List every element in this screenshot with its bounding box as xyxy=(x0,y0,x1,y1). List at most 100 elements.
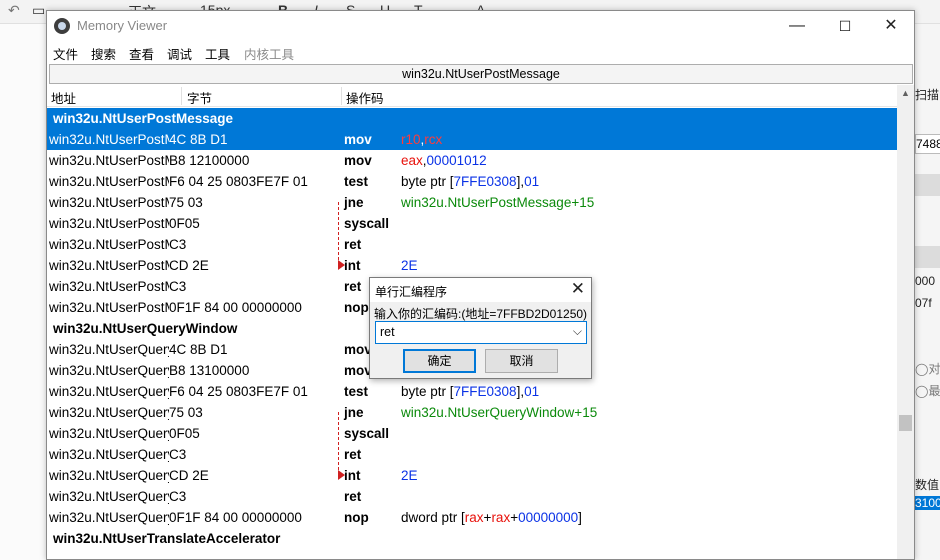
dialog-close-icon[interactable]: ✕ xyxy=(571,279,585,299)
menu-kernel-tools[interactable]: 内核工具 xyxy=(244,44,294,63)
instruction-row[interactable]: win32u.NtUserPostMessage+120F05 syscall xyxy=(47,213,897,234)
instruction-bytes: 0F1F 84 00 00000000 xyxy=(169,510,302,525)
instruction-address: win32u.NtUserQueryWindow+3 xyxy=(49,363,169,378)
instruction-opcode: test xyxy=(344,384,369,399)
function-label: win32u.NtUserTranslateAccelerator xyxy=(53,531,281,546)
instruction-bytes: C3 xyxy=(169,279,187,294)
chevron-down-icon[interactable]: ⌵ xyxy=(573,324,582,339)
instruction-bytes: C3 xyxy=(169,447,187,462)
background-right-panel: 扫描 7488 000 07f ◯对 ◯最 数值 3100 xyxy=(914,24,940,560)
assembly-input[interactable]: ret ⌵ xyxy=(375,321,587,344)
instruction-address: win32u.NtUserQueryWindow xyxy=(49,342,169,357)
radio-option-1[interactable]: ◯对 xyxy=(915,360,940,377)
operand-token: ], xyxy=(516,384,525,399)
assembly-input-value[interactable]: ret xyxy=(380,325,395,339)
instruction-bytes: CD 2E xyxy=(169,468,209,483)
instruction-bytes: F6 04 25 0803FE7F 01 xyxy=(169,174,308,189)
instruction-opcode: ret xyxy=(344,489,362,504)
menu-file[interactable]: 文件 xyxy=(53,44,78,63)
instruction-bytes: B8 12100000 xyxy=(169,153,250,168)
dialog-title-bar[interactable]: 单行汇编程序 ✕ xyxy=(370,278,591,302)
instruction-opcode: int xyxy=(344,468,361,483)
column-address[interactable]: 地址 xyxy=(51,88,76,107)
instruction-row[interactable]: win32u.NtUserQueryWindow+180F1F 84 00 00… xyxy=(47,507,897,528)
value-field[interactable]: 7488 xyxy=(915,134,940,154)
instruction-address: win32u.NtUserQueryWindow+10 xyxy=(49,405,169,420)
instruction-address: win32u.NtUserQueryWindow+18 xyxy=(49,510,169,525)
column-divider[interactable] xyxy=(181,87,182,105)
instruction-address: win32u.NtUserQueryWindow+14 xyxy=(49,447,169,462)
instruction-address: win32u.NtUserQueryWindow+17 xyxy=(49,489,169,504)
operand-token: 7FFE0308 xyxy=(453,384,517,399)
instruction-bytes: 0F05 xyxy=(169,426,200,441)
instruction-operands: 2E xyxy=(401,465,418,486)
undo-icon[interactable]: ↶ xyxy=(8,2,20,19)
menu-tools[interactable]: 工具 xyxy=(205,44,230,63)
instruction-operands: win32u.NtUserPostMessage+15 xyxy=(401,192,594,213)
scrollbar-thumb[interactable] xyxy=(899,415,912,431)
instruction-row[interactable]: win32u.NtUserQueryWindow+1075 03 jne win32… xyxy=(47,402,897,423)
maximize-button[interactable]: ☐ xyxy=(822,11,868,41)
menu-search[interactable]: 搜索 xyxy=(91,44,116,63)
instruction-operands: r10,rcx xyxy=(401,129,442,150)
instruction-address: win32u.NtUserPostMessage+18 xyxy=(49,300,169,315)
function-label-row[interactable]: win32u.NtUserPostMessage xyxy=(47,108,897,129)
column-divider[interactable] xyxy=(341,87,342,105)
instruction-address: win32u.NtUserPostMessage xyxy=(49,132,169,147)
scroll-up-arrow-icon[interactable]: ▲ xyxy=(897,85,914,102)
instruction-operands: win32u.NtUserQueryWindow+15 xyxy=(401,402,597,423)
operand-token: byte ptr [ xyxy=(401,174,454,189)
instruction-row[interactable]: win32u.NtUserPostMessage+14C3 ret xyxy=(47,234,897,255)
function-label-row[interactable]: win32u.NtUserTranslateAccelerator xyxy=(47,528,897,549)
operand-token: win32u.NtUserQueryWindow+15 xyxy=(401,405,598,420)
instruction-opcode: nop xyxy=(344,510,369,525)
operand-token: eax xyxy=(401,153,423,168)
instruction-row[interactable]: win32u.NtUserPostMessage+8F6 04 25 0803F… xyxy=(47,171,897,192)
instruction-opcode: int xyxy=(344,258,361,273)
instruction-row[interactable]: win32u.NtUserQueryWindow+14C3 ret xyxy=(47,444,897,465)
instruction-row[interactable]: win32u.NtUserPostMessage+15CD 2E int 2E xyxy=(47,255,897,276)
instruction-bytes: B8 13100000 xyxy=(169,363,250,378)
instruction-bytes: C3 xyxy=(169,237,187,252)
vertical-scrollbar[interactable]: ▲ xyxy=(897,85,914,559)
instruction-opcode: jne xyxy=(344,195,364,210)
minimize-button[interactable]: — xyxy=(774,11,820,41)
instruction-opcode: test xyxy=(344,174,369,189)
instruction-bytes: 75 03 xyxy=(169,405,203,420)
value-selected[interactable]: 3100 xyxy=(915,496,940,510)
instruction-row[interactable]: win32u.NtUserQueryWindow+15CD 2E int 2E xyxy=(47,465,897,486)
instruction-address: win32u.NtUserPostMessage+14 xyxy=(49,237,169,252)
operand-token: rax xyxy=(464,510,484,525)
instruction-row[interactable]: win32u.NtUserQueryWindow+17C3 ret xyxy=(47,486,897,507)
radio-option-2[interactable]: ◯最 xyxy=(915,382,940,399)
instruction-bytes: F6 04 25 0803FE7F 01 xyxy=(169,384,308,399)
instruction-operands: byte ptr [7FFE0308],01 xyxy=(401,171,539,192)
instruction-row[interactable]: win32u.NtUserPostMessage+3B8 12100000 mov… xyxy=(47,150,897,171)
background-left-panel xyxy=(0,24,46,560)
menu-view[interactable]: 查看 xyxy=(129,44,154,63)
operand-token: r10 xyxy=(401,132,421,147)
instruction-opcode: mov xyxy=(344,363,372,378)
cancel-button[interactable]: 取消 xyxy=(485,349,558,373)
instruction-bytes: C3 xyxy=(169,489,187,504)
dialog-prompt: 输入你的汇编码:(地址=7FFBD2D01250) xyxy=(374,307,588,321)
ok-button[interactable]: 确定 xyxy=(403,349,476,373)
instruction-operands: byte ptr [7FFE0308],01 xyxy=(401,381,539,402)
menu-debug[interactable]: 调试 xyxy=(167,44,192,63)
operand-token: byte ptr [ xyxy=(401,384,454,399)
instruction-bytes: CD 2E xyxy=(169,258,209,273)
column-opcode[interactable]: 操作码 xyxy=(346,88,384,107)
instruction-row[interactable]: win32u.NtUserPostMessage4C 8B D1 mov r10,r… xyxy=(47,129,897,150)
close-button[interactable]: ✕ xyxy=(868,11,914,41)
address-bar[interactable]: win32u.NtUserPostMessage xyxy=(49,64,913,84)
operand-token: 00000000 xyxy=(518,510,579,525)
operand-token: rax xyxy=(491,510,511,525)
operand-token: 2E xyxy=(401,468,418,483)
app-icon xyxy=(54,18,70,34)
title-bar[interactable]: Memory Viewer — ☐ ✕ xyxy=(47,11,914,41)
instruction-row[interactable]: win32u.NtUserQueryWindow+120F05 syscall xyxy=(47,423,897,444)
instruction-row[interactable]: win32u.NtUserPostMessage+1075 03 jne win32… xyxy=(47,192,897,213)
column-bytes[interactable]: 字节 xyxy=(187,88,212,107)
save-icon[interactable]: ▭ xyxy=(32,2,45,19)
instruction-row[interactable]: win32u.NtUserQueryWindow+8F6 04 25 0803F… xyxy=(47,381,897,402)
